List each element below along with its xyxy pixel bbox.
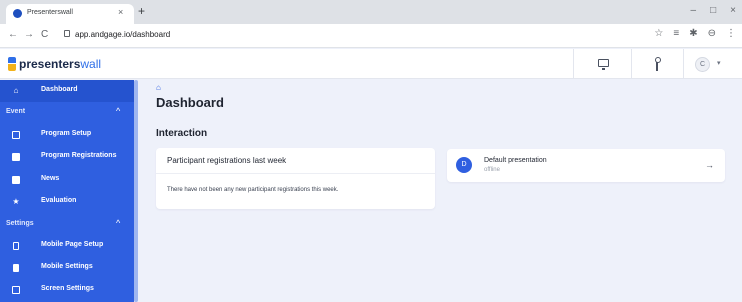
browser-tab[interactable]: Presenterswall × [6, 4, 134, 24]
forward-icon[interactable]: → [24, 29, 34, 40]
url-text: app.andgage.io/dashboard [75, 30, 171, 39]
minimize-icon[interactable]: – [691, 5, 697, 16]
chevron-up-icon: ^ [116, 218, 121, 228]
sidebar-item-evaluation[interactable]: ★ Evaluation [0, 191, 134, 213]
reload-icon[interactable]: C [41, 29, 48, 40]
sidebar-item-screen-settings[interactable]: Screen Settings [0, 279, 134, 301]
header-divider [683, 49, 684, 79]
section-title: Interaction [156, 128, 208, 139]
card-title: Participant registrations last week [167, 156, 287, 165]
chevron-up-icon: ^ [116, 106, 121, 116]
extension-icon[interactable]: ≡ [673, 28, 679, 39]
sidebar-item-dashboard[interactable]: ⌂ Dashboard [0, 80, 134, 102]
url-field[interactable]: app.andgage.io/dashboard [58, 27, 648, 44]
sidebar-item-label: Dashboard [41, 86, 78, 93]
sidebar-section-event[interactable]: Event ^ [0, 103, 134, 121]
address-bar: ← → C app.andgage.io/dashboard ☆ ≡ ✱ ⊖ ⋮ [0, 24, 742, 48]
window-controls: – □ × [691, 5, 736, 16]
tab-close-icon[interactable]: × [118, 7, 123, 17]
sidebar-section-settings[interactable]: Settings ^ [0, 215, 134, 233]
sidebar-item-program-registrations[interactable]: Program Registrations [0, 146, 134, 168]
square-icon [12, 131, 20, 139]
sidebar-scrollbar[interactable] [134, 80, 138, 302]
sidebar-item-label: Mobile Page Setup [41, 241, 104, 248]
presentation-card[interactable]: D Default presentation offline → [447, 149, 725, 182]
presentation-name: Default presentation [484, 157, 547, 164]
star-icon: ★ [12, 197, 20, 206]
mobile-settings-icon [13, 264, 19, 272]
user-card-icon [12, 153, 20, 161]
bookmark-star-icon[interactable]: ☆ [654, 28, 663, 39]
logo-icon [8, 57, 16, 71]
sidebar-item-label: News [41, 175, 60, 182]
logo-secondary: wall [80, 57, 102, 71]
sidebar-item-label: Evaluation [41, 197, 77, 204]
section-label: Event [6, 108, 26, 115]
sidebar-item-label: Mobile Settings [41, 263, 93, 270]
browser-tab-bar: Presenterswall × + – □ × [0, 0, 742, 24]
tab-title: Presenterswall [27, 9, 73, 16]
sidebar-item-label: Screen Settings [41, 285, 94, 292]
sidebar-item-label: Program Registrations [41, 152, 117, 159]
presenter-tower-icon[interactable] [654, 57, 661, 71]
logo-primary: presenters [19, 57, 81, 71]
registrations-card: Participant registrations last week Ther… [156, 148, 435, 209]
close-window-icon[interactable]: × [730, 5, 736, 16]
header-divider [631, 49, 632, 79]
maximize-icon[interactable]: □ [710, 5, 716, 16]
breadcrumb-home-icon[interactable]: ⌂ [156, 83, 161, 92]
presentation-status: offline [484, 167, 500, 173]
arrow-right-icon[interactable]: → [705, 160, 714, 170]
sidebar-item-news[interactable]: News [0, 169, 134, 191]
app-header: presenterswall C ▾ [0, 49, 742, 79]
logo[interactable]: presenterswall [19, 57, 101, 71]
browser-extensions: ☆ ≡ ✱ ⊖ ⋮ [654, 28, 736, 39]
sidebar-item-mobile-settings[interactable]: Mobile Settings [0, 257, 134, 279]
presentation-avatar: D [456, 157, 472, 173]
sidebar: ⌂ Dashboard Event ^ Program Setup Progra… [0, 80, 134, 302]
new-tab-button[interactable]: + [138, 4, 145, 18]
scrollbar-thumb[interactable] [134, 80, 138, 302]
browser-menu-icon[interactable]: ⋮ [726, 28, 736, 39]
card-empty-text: There have not been any new participant … [167, 187, 339, 193]
chevron-down-icon[interactable]: ▾ [717, 59, 721, 67]
profile-icon[interactable]: ⊖ [708, 28, 716, 39]
puzzle-icon[interactable]: ✱ [689, 28, 697, 39]
home-icon: ⌂ [13, 86, 19, 95]
card-header: Participant registrations last week [156, 148, 435, 174]
screen-icon [12, 286, 20, 294]
sidebar-item-mobile-page-setup[interactable]: Mobile Page Setup [0, 235, 134, 257]
lock-icon [64, 30, 70, 37]
avatar[interactable]: C [695, 57, 710, 72]
header-divider [573, 49, 574, 79]
page-title: Dashboard [156, 95, 224, 110]
sidebar-item-label: Program Setup [41, 130, 92, 137]
mobile-icon [13, 242, 19, 250]
monitor-icon[interactable] [598, 59, 609, 70]
sidebar-item-program-setup[interactable]: Program Setup [0, 124, 134, 146]
news-icon [12, 176, 20, 184]
section-label: Settings [6, 220, 34, 227]
favicon-icon [13, 9, 22, 18]
back-icon[interactable]: ← [8, 29, 18, 40]
